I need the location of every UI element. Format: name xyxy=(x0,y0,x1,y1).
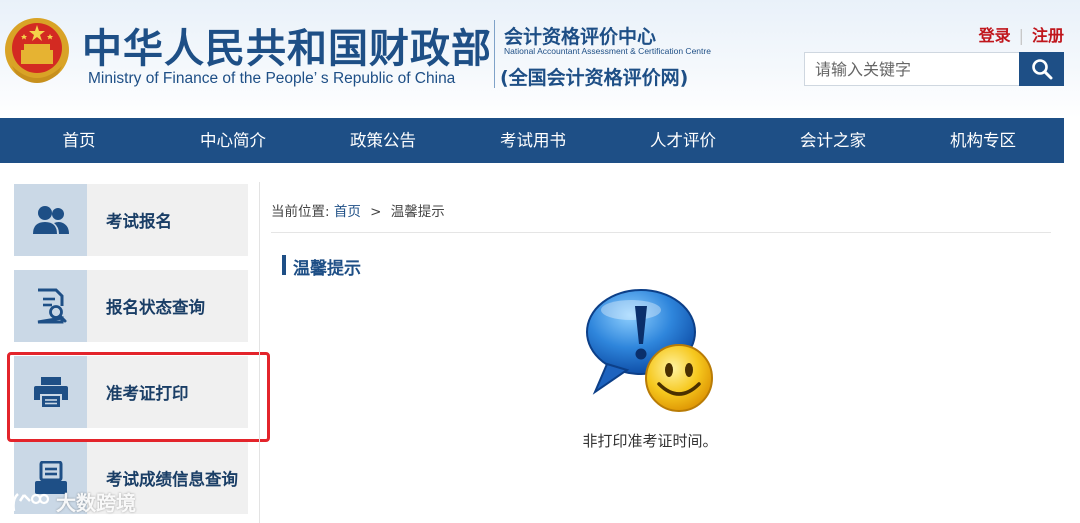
main-nav: 首页 中心简介 政策公告 考试用书 人才评价 会计之家 机构专区 xyxy=(0,118,1064,163)
nav-item-policy[interactable]: 政策公告 xyxy=(308,118,458,163)
center-name-en: National Accountant Assessment & Certifi… xyxy=(504,46,711,56)
center-network-name: (全国会计资格评价网) xyxy=(500,67,689,89)
auth-links: 登录 | 注册 xyxy=(979,22,1064,46)
sidebar-item-admission-ticket-print[interactable]: 准考证打印 xyxy=(14,356,248,428)
printer-icon xyxy=(33,377,68,407)
notice-smiley-icon xyxy=(586,289,713,412)
watermark-logo-icon xyxy=(12,492,50,511)
breadcrumb-home-link[interactable]: 首页 xyxy=(334,204,361,220)
sidebar-icon-tile xyxy=(14,184,87,256)
nav-item-about[interactable]: 中心简介 xyxy=(158,118,308,163)
breadcrumb-separator: > xyxy=(370,204,382,220)
register-link[interactable]: 注册 xyxy=(1032,26,1064,45)
login-link[interactable]: 登录 xyxy=(979,26,1011,45)
ministry-title-cn: 中华人民共和国财政部 xyxy=(82,26,492,72)
nav-item-home[interactable]: 首页 xyxy=(0,118,158,163)
sidebar-item-registration-status[interactable]: 报名状态查询 xyxy=(14,270,248,342)
breadcrumb-current: 温馨提示 xyxy=(390,204,445,220)
search-input[interactable] xyxy=(804,52,1020,86)
breadcrumb: 当前位置: 首页 > 温馨提示 xyxy=(271,200,445,220)
document-search-icon xyxy=(37,288,66,324)
national-emblem-icon xyxy=(5,18,69,83)
users-icon xyxy=(32,206,69,234)
watermark-text: 大数跨境 xyxy=(56,491,136,515)
sidebar-divider xyxy=(259,182,260,523)
notice-message: 非打印准考证时间。 xyxy=(582,432,718,450)
search-button[interactable] xyxy=(1019,52,1064,86)
section-title-marker xyxy=(282,255,286,275)
section-title: 温馨提示 xyxy=(293,259,361,279)
watermark: 大数跨境 xyxy=(10,487,136,516)
ministry-title-en: Ministry of Finance of the People’ s Rep… xyxy=(88,70,456,87)
breadcrumb-divider xyxy=(271,232,1051,233)
site-header: 中华人民共和国财政部 Ministry of Finance of the Pe… xyxy=(0,0,1080,118)
sidebar-item-label: 准考证打印 xyxy=(106,384,189,403)
sidebar-item-label: 报名状态查询 xyxy=(106,298,205,317)
sidebar-item-exam-registration[interactable]: 考试报名 xyxy=(14,184,248,256)
nav-item-talent[interactable]: 人才评价 xyxy=(608,118,758,163)
sidebar-icon-tile xyxy=(14,356,87,428)
search-icon xyxy=(1031,59,1052,80)
auth-separator: | xyxy=(1018,26,1024,45)
center-name: 会计资格评价中心 xyxy=(504,26,657,48)
sidebar-item-label: 考试报名 xyxy=(106,212,172,231)
breadcrumb-prefix: 当前位置: xyxy=(271,204,330,220)
nav-item-institutions[interactable]: 机构专区 xyxy=(908,118,1058,163)
header-divider xyxy=(494,20,495,88)
sidebar-icon-tile xyxy=(14,270,87,342)
nav-item-accountant-home[interactable]: 会计之家 xyxy=(758,118,908,163)
nav-item-books[interactable]: 考试用书 xyxy=(458,118,608,163)
